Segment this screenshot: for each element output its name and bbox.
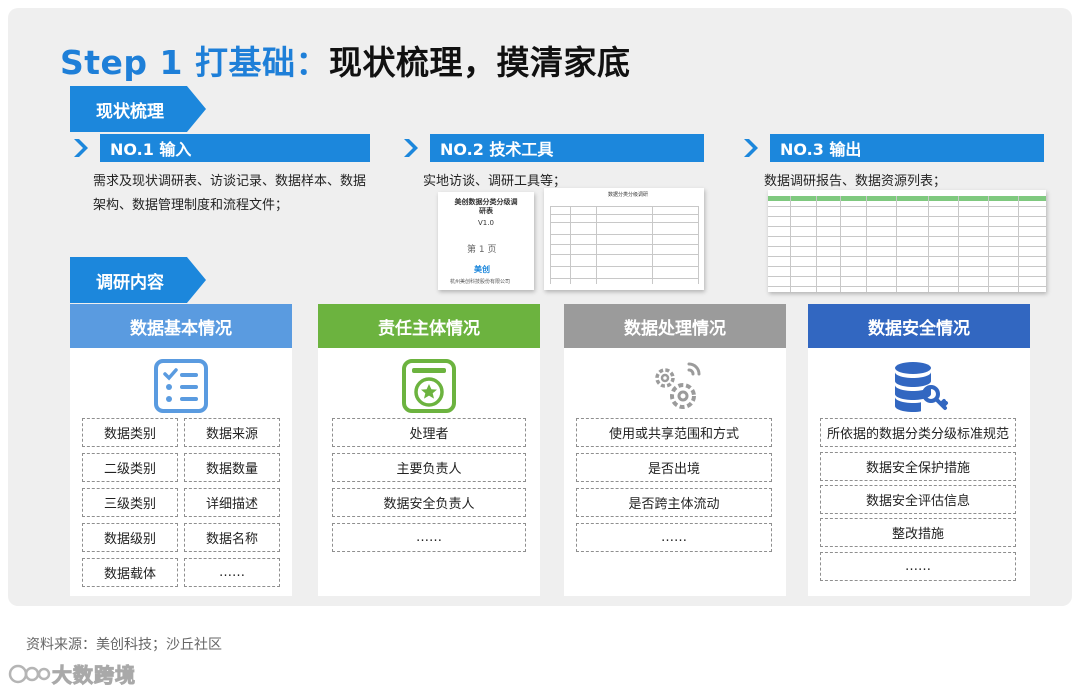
cell-processor: 处理者	[332, 418, 526, 447]
database-key-icon	[895, 362, 948, 412]
cell-detailed-description: 详细描述	[184, 488, 280, 517]
doc-cover-footer: 杭州美创科技股份有限公司	[450, 279, 511, 285]
chevron-right-icon	[74, 139, 88, 157]
certificate-star-icon	[402, 359, 456, 413]
chevron-right-icon	[744, 139, 758, 157]
doc-cover-version: V1.0	[478, 219, 494, 227]
card-3-title: 数据处理情况	[564, 304, 786, 348]
step-3-header: NO.3 输出	[740, 134, 1044, 162]
doc-cover-brand: 美创	[474, 265, 490, 274]
chevron-right-icon	[404, 139, 418, 157]
doc-cover-page: 第 1 页	[467, 245, 497, 255]
cell-data-category: 数据类别	[82, 418, 178, 447]
card-data-processing: 数据处理情况 使用或共享范围和方式 是否出境 是否跨主体流动 ……	[564, 304, 786, 596]
card-data-security: 数据安全情况 所依据的数据分类分级标准规范 数据安全保护措施 数据安全评估信息 …	[808, 304, 1030, 596]
checklist-icon	[154, 359, 208, 413]
cell-main-responsible-person: 主要负责人	[332, 453, 526, 482]
cell-ellipsis: ……	[332, 523, 526, 552]
watermark-text: 大数跨境	[52, 663, 136, 688]
data-resource-list-thumbnail	[768, 190, 1046, 292]
step-1-header: NO.1 输入	[70, 134, 370, 162]
card-4-title: 数据安全情况	[808, 304, 1030, 348]
cell-secondary-category: 二级类别	[82, 453, 178, 482]
title-step: Step 1 打基础：	[60, 43, 329, 82]
card-1-title: 数据基本情况	[70, 304, 292, 348]
cell-tertiary-category: 三级类别	[82, 488, 178, 517]
cell-security-protection-measures: 数据安全保护措施	[820, 452, 1016, 481]
survey-doc-table-thumbnail: 数据分类分级调研	[544, 188, 704, 290]
cell-cross-entity-flow: 是否跨主体流动	[576, 488, 772, 517]
watermark: 大数跨境	[6, 659, 136, 688]
banner-current-status: 现状梳理	[70, 86, 206, 132]
cell-classification-standard: 所依据的数据分类分级标准规范	[820, 418, 1016, 447]
gears-icon	[655, 362, 701, 409]
step-2-label: NO.2 技术工具	[430, 134, 704, 162]
source-caption: 资料来源：美创科技；沙丘社区	[26, 637, 222, 653]
cell-data-quantity: 数据数量	[184, 453, 280, 482]
step-3-label: NO.3 输出	[770, 134, 1044, 162]
cell-security-assessment-info: 数据安全评估信息	[820, 485, 1016, 514]
cell-cross-border: 是否出境	[576, 453, 772, 482]
cell-rectification-measures: 整改措施	[820, 518, 1016, 547]
doc-table-title: 数据分类分级调研	[608, 192, 649, 198]
cell-data-name: 数据名称	[184, 523, 280, 552]
cell-data-level: 数据级别	[82, 523, 178, 552]
card-responsible-entity: 责任主体情况 处理者 主要负责人 数据安全负责人 ……	[318, 304, 540, 596]
step-2-header: NO.2 技术工具	[400, 134, 704, 162]
survey-doc-cover-thumbnail: 美创数据分类分级调研表 V1.0 第 1 页 美创 杭州美创科技股份有限公司	[438, 192, 534, 290]
watermark-logo-icon	[8, 664, 51, 683]
step-1-description: 需求及现状调研表、访谈记录、数据样本、数据架构、数据管理制度和流程文件；	[93, 174, 367, 213]
card-2-title: 责任主体情况	[318, 304, 540, 348]
step-1-label: NO.1 输入	[100, 134, 370, 162]
cell-data-carrier: 数据载体	[82, 558, 178, 587]
cell-ellipsis: ……	[820, 552, 1016, 581]
cell-ellipsis: ……	[576, 523, 772, 552]
title-rest: 现状梳理，摸清家底	[328, 43, 631, 82]
cell-data-source: 数据来源	[184, 418, 280, 447]
banner-research-content: 调研内容	[70, 257, 206, 303]
card-data-basic-info: 数据基本情况 数据类别 数据来源 二级类别 数据数量 三级类别 详细描述 数据级…	[70, 304, 292, 596]
doc-cover-title: 美创数据分类分级调研表	[454, 198, 518, 215]
cell-ellipsis: ……	[184, 558, 280, 587]
page-title: Step 1 打基础：现状梳理，摸清家底	[60, 36, 630, 84]
cell-data-security-officer: 数据安全负责人	[332, 488, 526, 517]
cell-usage-sharing-scope: 使用或共享范围和方式	[576, 418, 772, 447]
